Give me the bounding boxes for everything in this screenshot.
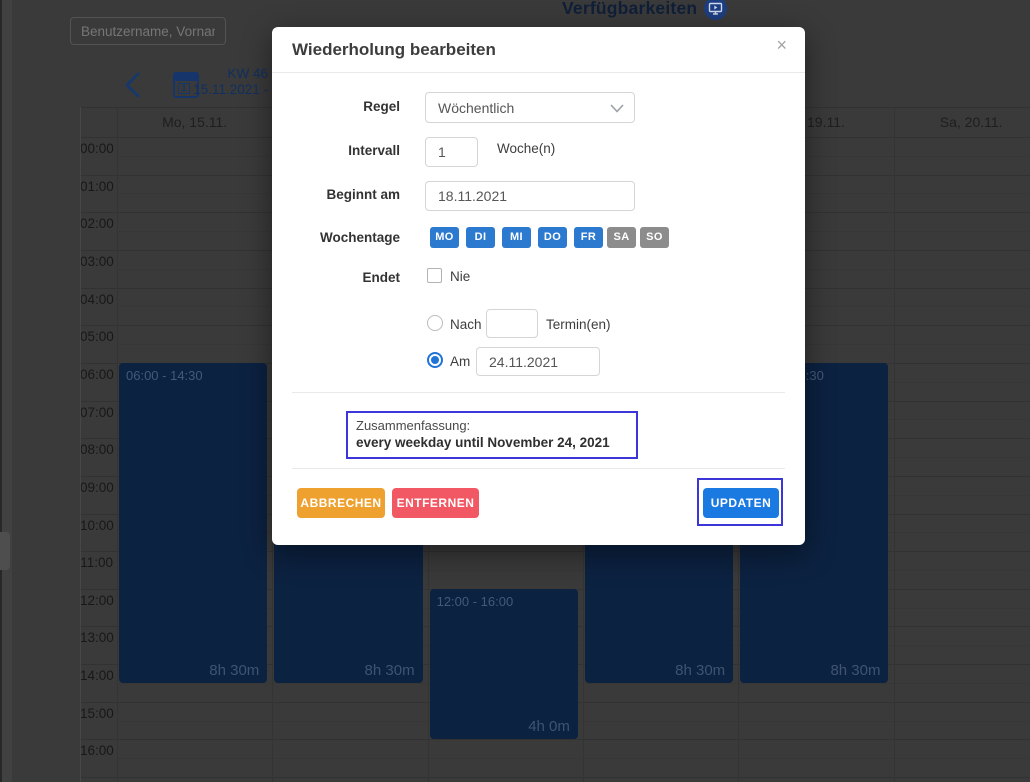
after-radio[interactable] [427,315,443,331]
sidebar-expand-handle[interactable] [0,532,10,570]
time-label: 14:00 [80,668,113,683]
weekday-chip-do[interactable]: DO [538,227,567,248]
summary-caption: Zusammenfassung: [356,418,628,433]
chevron-left-icon[interactable] [123,71,143,99]
search-input[interactable] [70,17,226,45]
event-duration-label: 8h 30m [830,662,880,679]
time-label: 05:00 [80,329,113,344]
grid-line [117,107,118,782]
on-date-label: Am [450,353,470,371]
week-dates: 15.11.2021 - [178,82,268,98]
start-date-label: Beginnt am [272,185,400,205]
week-range-label: KW 46 15.11.2021 - [178,66,268,98]
event-time-label: 06:00 - 14:30 [119,363,267,383]
header-divider [272,72,805,73]
time-label: 13:00 [80,630,113,645]
interval-input[interactable]: 1 [425,137,478,167]
grid-line [894,107,895,782]
grid-border [80,107,81,782]
chevron-down-icon [610,104,624,113]
left-sidebar-strip [2,0,12,782]
summary-text: every weekday until November 24, 2021 [356,435,628,450]
time-label: 06:00 [80,367,113,382]
summary-highlight-box: Zusammenfassung: every weekday until Nov… [346,411,638,459]
time-label: 10:00 [80,518,113,533]
remove-button[interactable]: ENTFERNEN [392,488,479,518]
day-header: Mo, 15.11. [117,107,272,137]
time-label: 00:00 [80,141,113,156]
time-label: 08:00 [80,442,113,457]
event-time-label: 12:00 - 16:00 [430,589,578,609]
time-label: 16:00 [80,743,113,758]
weekday-chip-fr[interactable]: FR [574,227,603,248]
screen-share-icon [704,0,727,20]
never-label: Nie [450,268,470,286]
rule-label: Regel [272,97,400,117]
page-title: Verfügbarkeiten [562,0,697,19]
time-label: 15:00 [80,706,113,721]
weekdays-label: Wochentage [272,228,400,248]
event-duration-label: 8h 30m [209,662,259,679]
weekday-chip-mo[interactable]: MO [430,227,459,248]
time-label: 12:00 [80,593,113,608]
close-icon[interactable]: × [776,36,787,54]
dialog-title: Wiederholung bearbeiten [292,40,496,60]
rule-select-value: Wöchentlich [438,100,514,116]
on-date-radio[interactable] [427,352,443,368]
grid-line [80,739,1030,740]
start-date-input[interactable]: 18.11.2021 [425,181,635,211]
interval-unit-label: Woche(n) [497,140,555,158]
footer-divider [292,468,785,469]
section-divider [292,392,785,393]
interval-label: Intervall [272,141,400,161]
recurrence-edit-dialog: Wiederholung bearbeiten × Regel Wöchentl… [272,27,805,545]
time-label: 11:00 [80,555,113,570]
time-label: 04:00 [80,292,113,307]
event-duration-label: 8h 30m [675,662,725,679]
end-date-input[interactable]: 24.11.2021 [476,347,600,376]
time-label: 07:00 [80,405,113,420]
weekday-chip-mi[interactable]: MI [502,227,531,248]
time-label: 01:00 [80,179,113,194]
rule-select[interactable]: Wöchentlich [425,92,635,123]
cancel-button[interactable]: ABBRECHEN [297,488,385,518]
day-header: Sa, 20.11. [894,107,1030,137]
event-duration-label: 4h 0m [528,718,570,735]
after-label: Nach [450,316,482,334]
time-label: 02:00 [80,216,113,231]
ends-label: Endet [272,268,400,288]
event-duration-label: 8h 30m [365,662,415,679]
availability-event[interactable]: 06:00 - 14:30 8h 30m [119,363,267,683]
weekday-chip-sa[interactable]: SA [607,227,636,248]
weekday-chip-di[interactable]: DI [466,227,495,248]
grid-line [80,777,1030,778]
week-number: KW 46 [178,66,268,82]
update-button[interactable]: UPDATEN [703,488,779,518]
page-header: Verfügbarkeiten [562,0,727,20]
time-label: 03:00 [80,254,113,269]
occurrences-input[interactable] [486,309,538,338]
occurrences-unit-label: Termin(en) [546,316,611,334]
weekday-chip-so[interactable]: SO [640,227,669,248]
never-checkbox[interactable] [427,268,442,283]
time-label: 09:00 [80,480,113,495]
availability-event[interactable]: 12:00 - 16:00 4h 0m [430,589,578,740]
